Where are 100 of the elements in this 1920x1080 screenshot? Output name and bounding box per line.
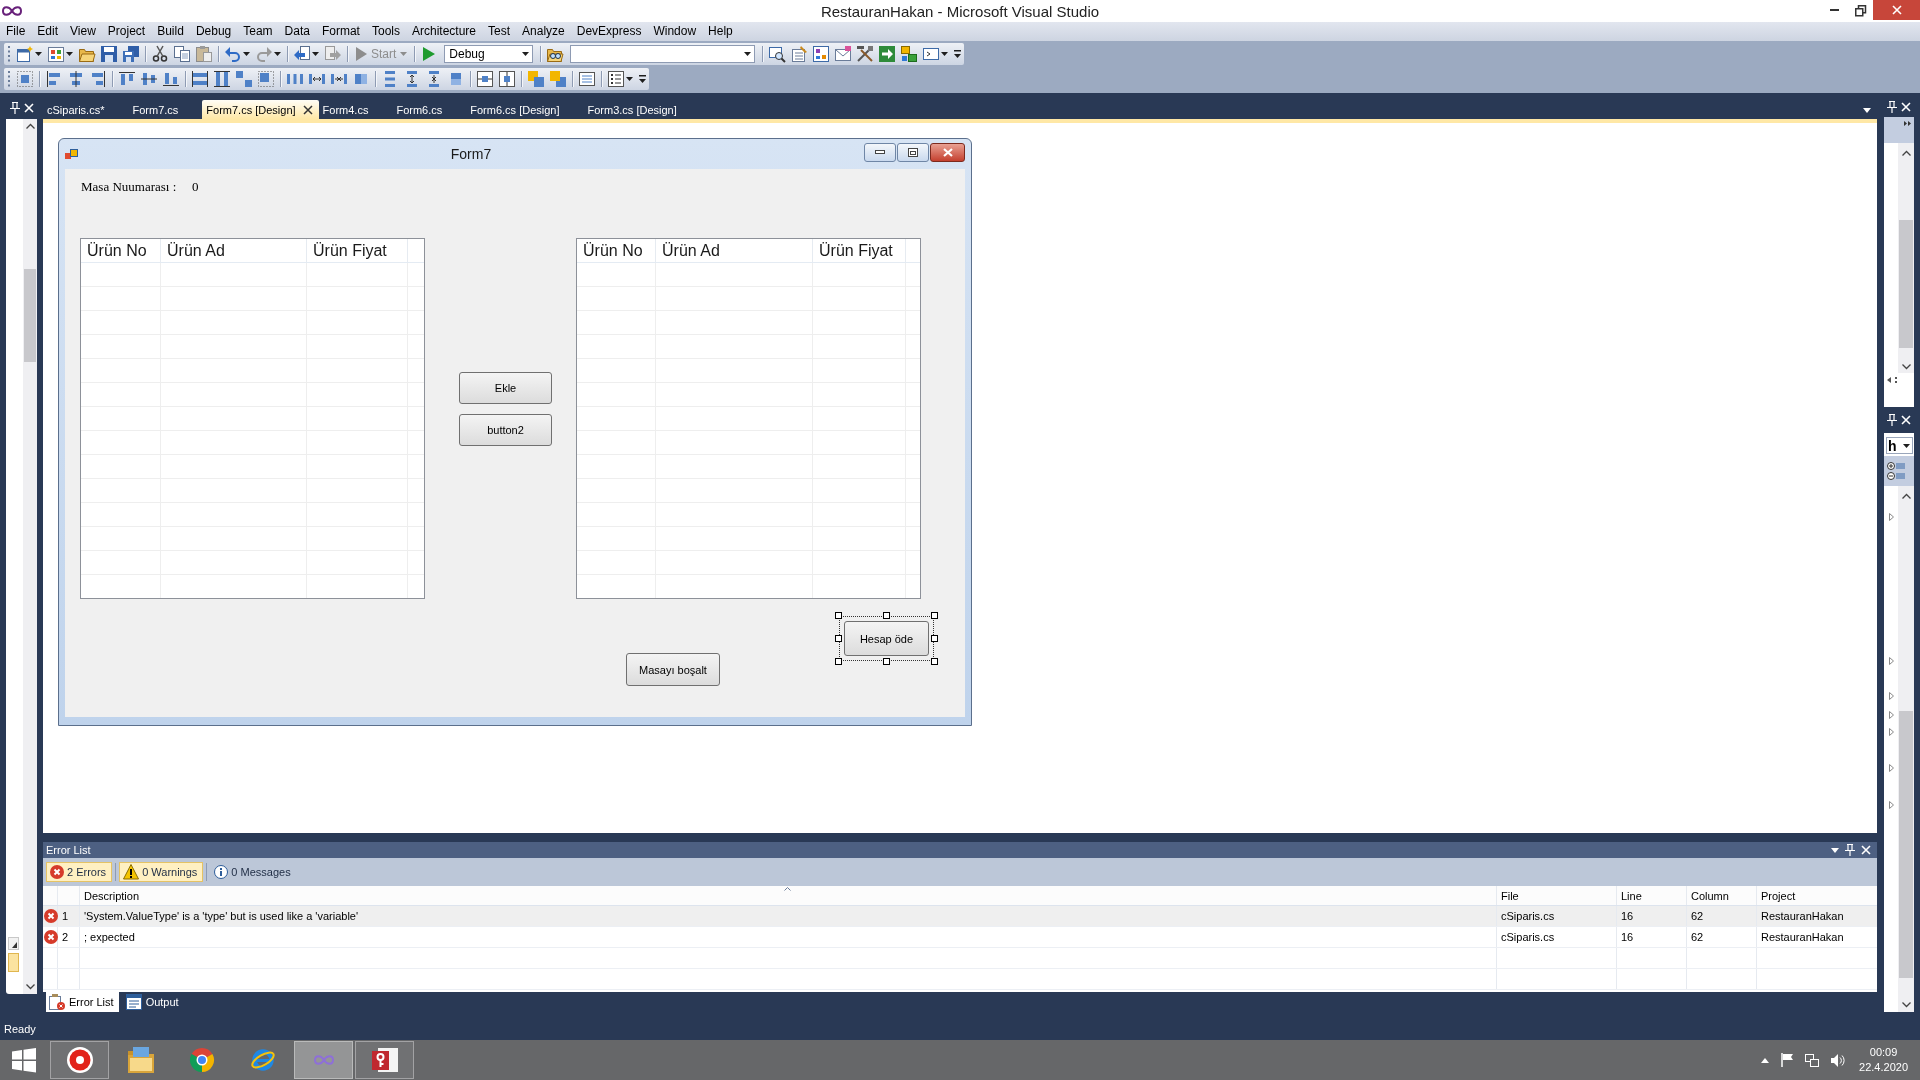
pin-icon[interactable] — [1845, 844, 1855, 856]
left-aligned-bars-icon[interactable] — [46, 71, 62, 87]
save-all-icon[interactable] — [123, 46, 139, 62]
folder-binoculars-icon[interactable] — [547, 46, 564, 62]
panel-tab[interactable]: Output — [122, 992, 184, 1012]
bulleted-list-icon[interactable] — [608, 71, 624, 87]
expand-arrow-icon[interactable] — [1889, 764, 1894, 772]
rows-outward-arrows-icon[interactable] — [404, 71, 420, 87]
column-header[interactable]: Description — [80, 886, 1497, 905]
close-icon[interactable] — [302, 104, 313, 115]
box-centered-across-icon[interactable] — [477, 71, 493, 87]
form-button[interactable]: Ekle — [459, 372, 552, 404]
scroll-left-icon[interactable] — [1887, 377, 1891, 383]
copy-icon[interactable] — [174, 46, 190, 62]
document-tab[interactable]: Form7.cs [Design] — [202, 100, 319, 119]
console-window-icon[interactable] — [923, 46, 940, 62]
colored-blocks-icon[interactable] — [813, 46, 830, 62]
menu-item[interactable]: Team — [237, 22, 279, 41]
expand-arrow-icon[interactable] — [1889, 513, 1894, 521]
filter-button[interactable]: 0 Messages — [210, 862, 297, 882]
hammer-wrench-icon[interactable] — [857, 46, 874, 62]
volume-icon[interactable] — [1831, 1053, 1846, 1067]
equal-width-bars-icon[interactable] — [192, 71, 208, 87]
menu-item[interactable]: Test — [482, 22, 517, 41]
resize-handle[interactable] — [882, 658, 890, 665]
expand-arrow-icon[interactable] — [1889, 711, 1894, 719]
menu-item[interactable]: Format — [315, 22, 366, 41]
centered-bars-icon[interactable] — [68, 71, 84, 87]
menu-item[interactable]: Architecture — [406, 22, 482, 41]
new-window-icon[interactable] — [17, 46, 33, 62]
scroll-thumb[interactable] — [1899, 711, 1913, 978]
class-blocks-icon[interactable] — [901, 46, 918, 62]
expand-arrow-icon[interactable] — [1889, 728, 1894, 736]
close-button[interactable] — [930, 142, 965, 162]
top-aligned-bars-icon[interactable] — [119, 71, 135, 87]
column-header[interactable]: Project — [1757, 886, 1877, 905]
menu-item[interactable]: Data — [278, 22, 316, 41]
pin-icon[interactable] — [9, 102, 20, 114]
scroll-down-icon[interactable] — [1901, 364, 1911, 369]
maximize-button[interactable] — [897, 142, 929, 162]
menu-item[interactable]: Window — [647, 22, 703, 41]
taskbar-button[interactable] — [355, 1041, 414, 1079]
menu-item[interactable]: Help — [702, 22, 739, 41]
document-tab[interactable]: Form6.cs — [392, 100, 467, 119]
pin-icon[interactable] — [1887, 101, 1897, 113]
menu-item[interactable]: File — [0, 22, 32, 41]
menu-item[interactable]: DevExpress — [570, 22, 648, 41]
middle-aligned-bars-icon[interactable] — [141, 71, 157, 87]
back-stack-icon[interactable] — [550, 71, 566, 87]
column-header[interactable]: Ürün No — [577, 239, 656, 262]
scroll-down-icon[interactable] — [25, 984, 35, 989]
sorted-list-icon[interactable] — [1887, 472, 1905, 480]
resize-handle[interactable] — [835, 658, 842, 665]
clock-date[interactable]: 22.4.2020 — [1859, 1060, 1908, 1075]
column-header[interactable]: Ürün Ad — [161, 239, 307, 262]
double-arrow-icon[interactable] — [1904, 121, 1911, 126]
caret-icon[interactable] — [941, 52, 949, 56]
caret-icon[interactable] — [274, 52, 281, 56]
panel-tab[interactable]: Error List — [46, 992, 119, 1012]
error-row[interactable]: 1 'System.ValueType' is a 'type' but is used like a 'variable' cSiparis.cs 16 62 RestauranHakan — [43, 906, 1877, 927]
envelope-icon[interactable] — [835, 46, 852, 62]
form-button[interactable]: Hesap öde — [844, 621, 929, 656]
overflow-icon[interactable] — [639, 75, 646, 83]
document-tab[interactable]: Form4.cs — [318, 100, 393, 119]
find-combo-field[interactable] — [570, 45, 756, 63]
resize-handle[interactable] — [835, 634, 842, 642]
expand-arrow-icon[interactable] — [1889, 801, 1894, 809]
evenly-spaced-rows-icon[interactable] — [382, 71, 398, 87]
menu-item[interactable]: Tools — [365, 22, 406, 41]
property-sheet-icon[interactable] — [791, 46, 808, 62]
box-centered-down-icon[interactable] — [499, 71, 515, 87]
expand-arrow-icon[interactable] — [1889, 692, 1894, 700]
column-header[interactable]: Ürün Fiyat — [813, 239, 906, 262]
rows-inward-arrows-icon[interactable] — [426, 71, 442, 87]
error-row[interactable]: 2 ; expected cSiparis.cs 16 62 RestauranHakan — [43, 927, 1877, 948]
box-in-grid-icon[interactable] — [258, 71, 274, 87]
list-lines-icon[interactable] — [579, 71, 595, 87]
bottom-aligned-bars-icon[interactable] — [163, 71, 179, 87]
column-header[interactable]: Ürün Fiyat — [307, 239, 408, 262]
resize-handle[interactable] — [882, 612, 890, 619]
configuration-dropdown[interactable]: Debug — [444, 45, 534, 63]
column-header[interactable]: Line — [1617, 886, 1687, 905]
up-caret-icon[interactable] — [1761, 1057, 1770, 1063]
caret-icon[interactable] — [243, 52, 250, 56]
pin-icon[interactable] — [1887, 414, 1897, 426]
evenly-spaced-columns-icon[interactable] — [287, 71, 303, 87]
resize-handle[interactable] — [835, 612, 842, 619]
add-item-icon[interactable] — [48, 46, 64, 62]
back-arrow-page-icon[interactable] — [294, 46, 310, 62]
dropdown-icon[interactable] — [1831, 847, 1839, 853]
right-aligned-bars-icon[interactable] — [90, 71, 106, 87]
arrow-into-box-icon[interactable] — [879, 46, 896, 62]
data-grid[interactable]: Ürün No Ürün Ad Ürün Fiyat — [80, 238, 425, 599]
menu-item[interactable]: Edit — [31, 22, 65, 41]
form-button[interactable]: button2 — [459, 414, 552, 446]
scroll-thumb[interactable] — [1899, 220, 1913, 348]
column-header[interactable]: Column — [1687, 886, 1757, 905]
save-icon[interactable] — [101, 46, 117, 62]
joined-rows-icon[interactable] — [448, 71, 464, 87]
document-tab[interactable]: Form7.cs — [128, 100, 203, 119]
